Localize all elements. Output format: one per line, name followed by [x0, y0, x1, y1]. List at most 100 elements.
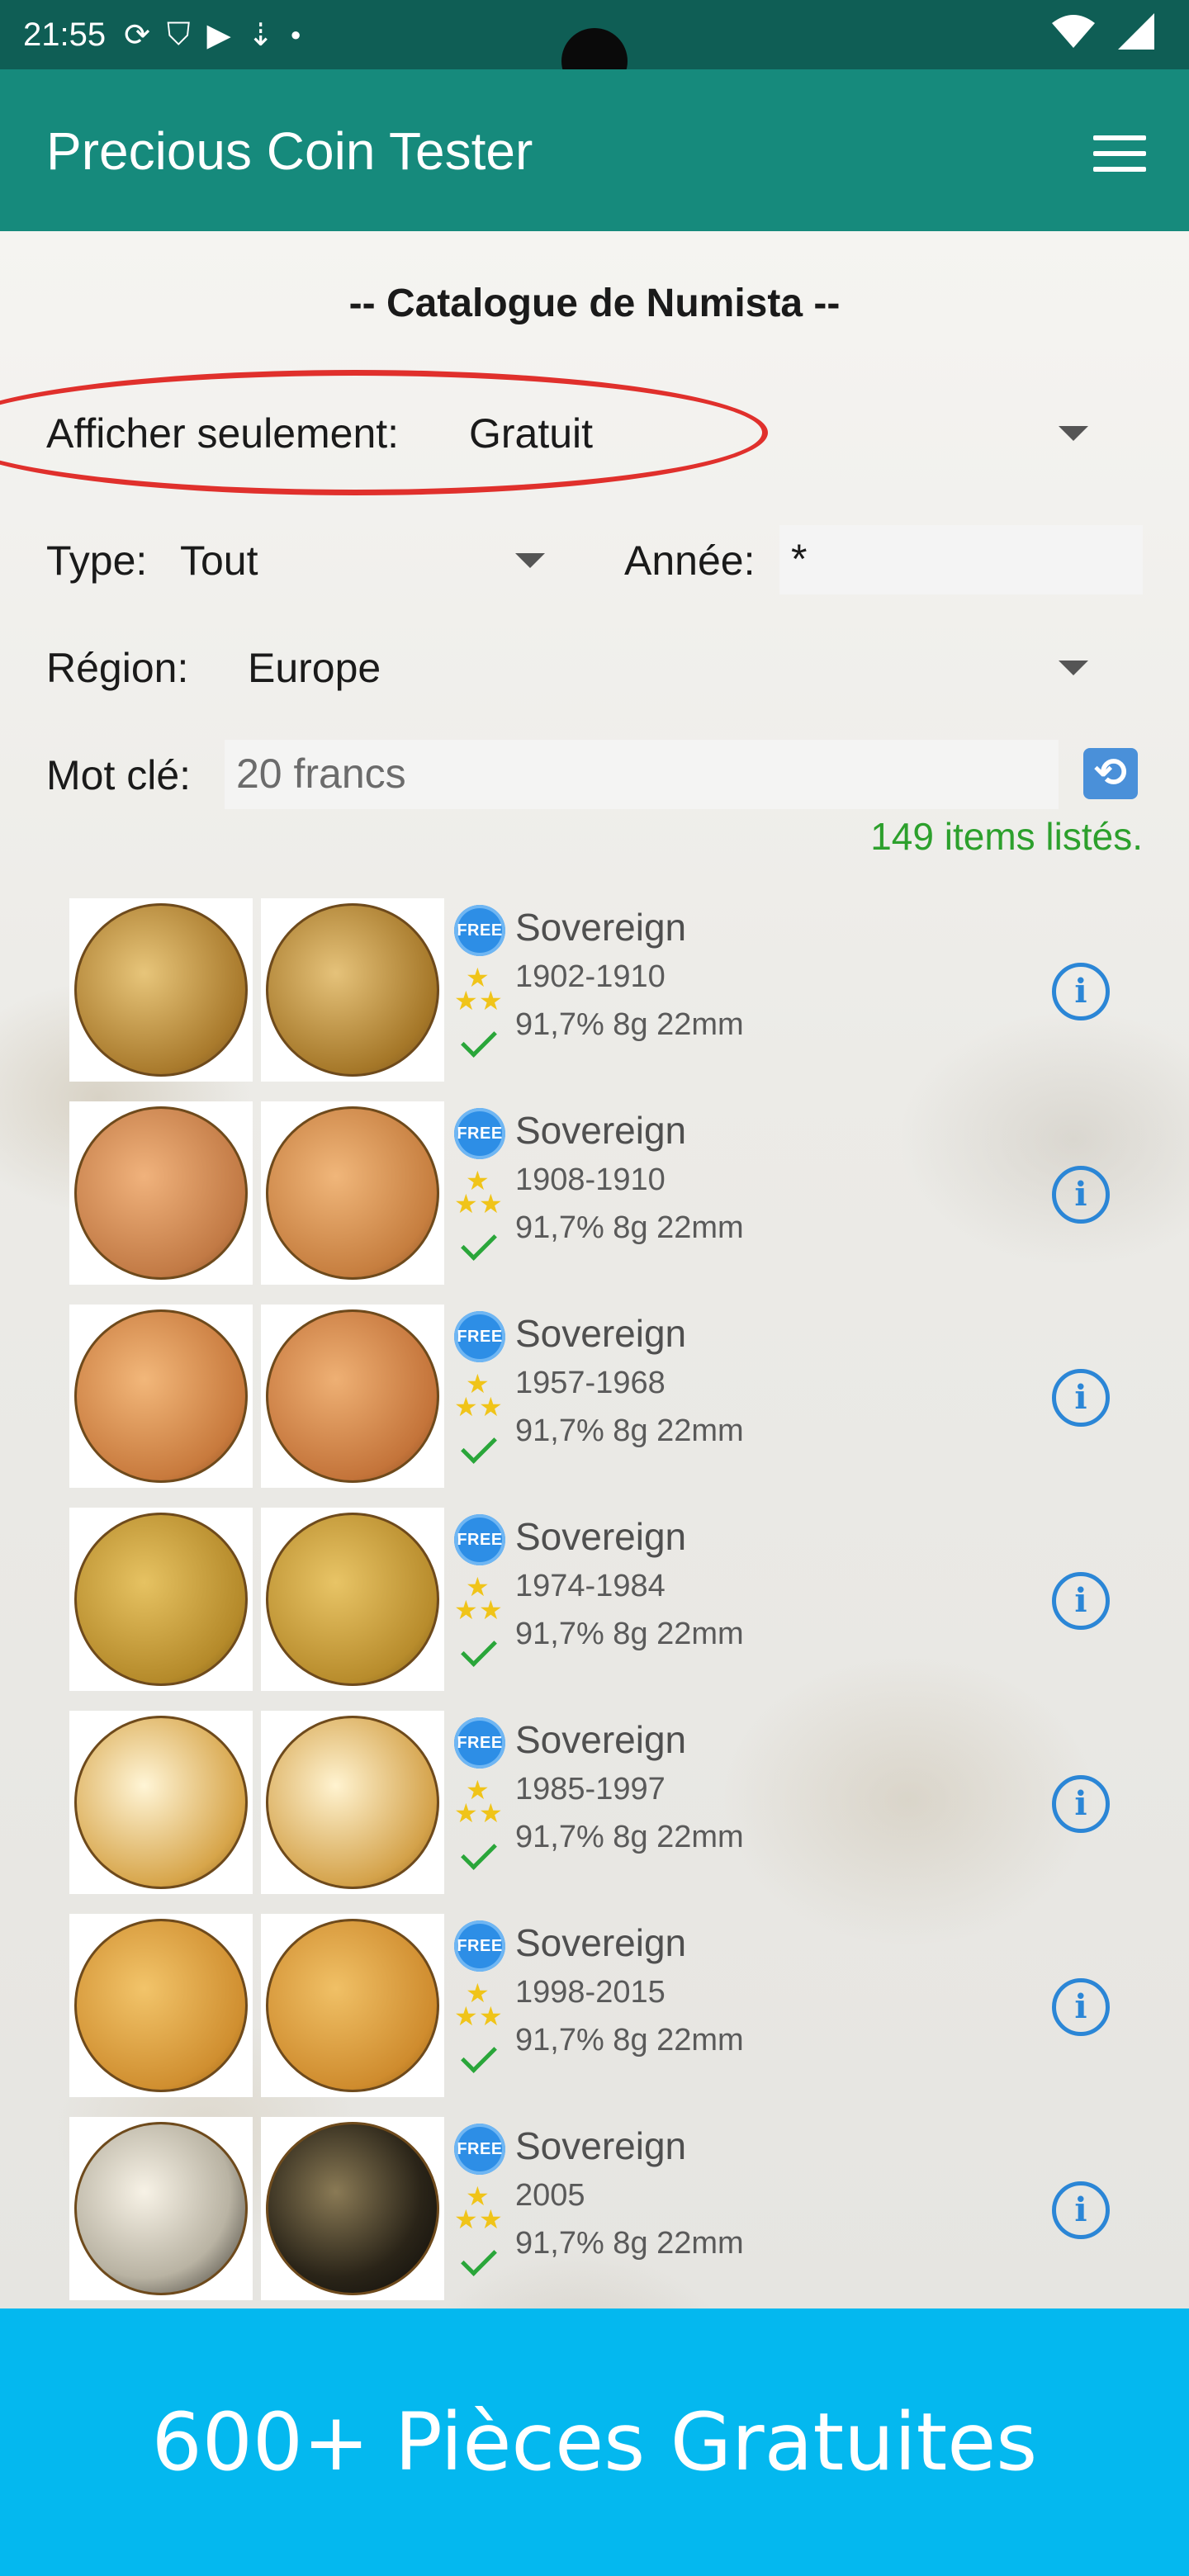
rating-stars-icon: ★ ★ ★: [454, 1369, 503, 1422]
chevron-down-icon[interactable]: [515, 553, 545, 568]
shield-icon: ⛉: [166, 17, 191, 52]
coin-years: 1985-1997: [515, 1772, 666, 1807]
coin-specs: 91,7% 8g 22mm: [515, 1617, 744, 1651]
app-title: Precious Coin Tester: [46, 121, 533, 181]
checkmark-icon: [461, 1021, 497, 1058]
show-only-label: Afficher seulement:: [46, 410, 400, 457]
coin-years: 1957-1968: [515, 1366, 666, 1400]
coin-obverse-image[interactable]: [69, 1711, 253, 1894]
wifi-icon: [1052, 15, 1095, 48]
coin-specs: 91,7% 8g 22mm: [515, 2023, 744, 2057]
show-only-dropdown[interactable]: Gratuit: [469, 410, 593, 457]
coin-list-item[interactable]: FREE ★ ★ ★ Sovereign 1908-1910 91,7% 8g …: [69, 1101, 1143, 1288]
results-count: 149 items listés.: [870, 815, 1143, 858]
type-dropdown[interactable]: Tout: [180, 537, 258, 585]
coin-list-item[interactable]: FREE ★ ★ ★ Sovereign 1985-1997 91,7% 8g …: [69, 1711, 1143, 1897]
coin-obverse-image[interactable]: [69, 898, 253, 1082]
coin-list-item[interactable]: FREE ★ ★ ★ Sovereign 1957-1968 91,7% 8g …: [69, 1305, 1143, 1491]
coin-obverse-image[interactable]: [69, 2117, 253, 2300]
coin-name: Sovereign: [515, 1515, 687, 1558]
coin-specs: 91,7% 8g 22mm: [515, 1007, 744, 1042]
coin-reverse-image[interactable]: [261, 898, 444, 1082]
shield-play-icon: ▶: [206, 17, 231, 53]
download-icon: ⇣: [247, 17, 274, 53]
app-bar: Precious Coin Tester: [0, 69, 1189, 231]
info-icon[interactable]: i: [1052, 1775, 1110, 1833]
coin-name: Sovereign: [515, 1921, 687, 1964]
info-icon[interactable]: i: [1052, 2181, 1110, 2239]
coin-specs: 91,7% 8g 22mm: [515, 1413, 744, 1448]
year-input[interactable]: *: [779, 525, 1143, 594]
status-time: 21:55: [23, 16, 107, 53]
coin-reverse-image[interactable]: [261, 1305, 444, 1488]
rating-stars-icon: ★ ★ ★: [454, 1166, 503, 1219]
coin-reverse-image[interactable]: [261, 1508, 444, 1691]
checkmark-icon: [461, 1224, 497, 1261]
chevron-down-icon[interactable]: [1059, 426, 1088, 441]
coin-years: 1902-1910: [515, 959, 666, 994]
coin-list-item[interactable]: FREE ★ ★ ★ Sovereign 1902-1910 91,7% 8g …: [69, 898, 1143, 1085]
promo-banner[interactable]: 600+ Pièces Gratuites: [0, 2308, 1189, 2576]
info-icon[interactable]: i: [1052, 1978, 1110, 2036]
info-icon[interactable]: i: [1052, 1572, 1110, 1630]
dot-icon: ●: [290, 24, 301, 45]
free-badge-icon: FREE: [454, 1514, 505, 1565]
rating-stars-icon: ★ ★ ★: [454, 1775, 503, 1828]
checkmark-icon: [461, 1834, 497, 1870]
coin-years: 2005: [515, 2178, 585, 2213]
coin-obverse-image[interactable]: [69, 1508, 253, 1691]
coin-reverse-image[interactable]: [261, 2117, 444, 2300]
coin-list-item[interactable]: FREE ★ ★ ★ Sovereign 1998-2015 91,7% 8g …: [69, 1914, 1143, 2100]
coin-name: Sovereign: [515, 1109, 687, 1152]
checkmark-icon: [461, 1631, 497, 1667]
year-label: Année:: [624, 537, 756, 584]
region-dropdown[interactable]: Europe: [248, 644, 381, 692]
info-icon[interactable]: i: [1052, 1166, 1110, 1224]
coin-name: Sovereign: [515, 2124, 687, 2167]
rating-stars-icon: ★ ★ ★: [454, 1572, 503, 1625]
refresh-icon[interactable]: ⟲: [1083, 748, 1138, 799]
coin-obverse-image[interactable]: [69, 1305, 253, 1488]
info-icon[interactable]: i: [1052, 963, 1110, 1020]
checkmark-icon: [461, 2240, 497, 2276]
coin-reverse-image[interactable]: [261, 1101, 444, 1285]
free-badge-icon: FREE: [454, 2124, 505, 2175]
catalogue-title: -- Catalogue de Numista --: [348, 282, 841, 325]
checkmark-icon: [461, 2037, 497, 2073]
year-input-value: *: [791, 536, 808, 582]
coin-obverse-image[interactable]: [69, 1101, 253, 1285]
coin-years: 1908-1910: [515, 1163, 666, 1197]
free-badge-icon: FREE: [454, 905, 505, 956]
sync-icon: ⟳: [124, 17, 150, 53]
info-icon[interactable]: i: [1052, 1369, 1110, 1427]
keyword-input[interactable]: 20 francs: [225, 740, 1059, 809]
coin-reverse-image[interactable]: [261, 1914, 444, 2097]
coin-name: Sovereign: [515, 1312, 687, 1355]
type-label: Type:: [46, 537, 148, 584]
coin-years: 1998-2015: [515, 1975, 666, 2010]
coin-specs: 91,7% 8g 22mm: [515, 1820, 744, 1854]
rating-stars-icon: ★ ★ ★: [454, 1978, 503, 2031]
rating-stars-icon: ★ ★ ★: [454, 2181, 503, 2234]
signal-icon: [1118, 13, 1154, 50]
coin-name: Sovereign: [515, 906, 687, 949]
checkmark-icon: [461, 1428, 497, 1464]
coin-name: Sovereign: [515, 1718, 687, 1761]
free-badge-icon: FREE: [454, 1108, 505, 1159]
rating-stars-icon: ★ ★ ★: [454, 963, 503, 1016]
coin-years: 1974-1984: [515, 1569, 666, 1603]
keyword-input-value: 20 francs: [236, 751, 406, 797]
coin-list-item[interactable]: FREE ★ ★ ★ Sovereign 2005 91,7% 8g 22mm …: [69, 2117, 1143, 2304]
free-badge-icon: FREE: [454, 1717, 505, 1769]
coin-reverse-image[interactable]: [261, 1711, 444, 1894]
coin-specs: 91,7% 8g 22mm: [515, 1210, 744, 1245]
region-label: Région:: [46, 645, 189, 691]
coin-obverse-image[interactable]: [69, 1914, 253, 2097]
coin-specs: 91,7% 8g 22mm: [515, 2226, 744, 2261]
hamburger-menu-icon[interactable]: [1093, 135, 1146, 175]
coin-list-item[interactable]: FREE ★ ★ ★ Sovereign 1974-1984 91,7% 8g …: [69, 1508, 1143, 1694]
chevron-down-icon[interactable]: [1059, 661, 1088, 675]
keyword-label: Mot clé:: [46, 752, 192, 798]
free-badge-icon: FREE: [454, 1311, 505, 1362]
free-badge-icon: FREE: [454, 1920, 505, 1972]
